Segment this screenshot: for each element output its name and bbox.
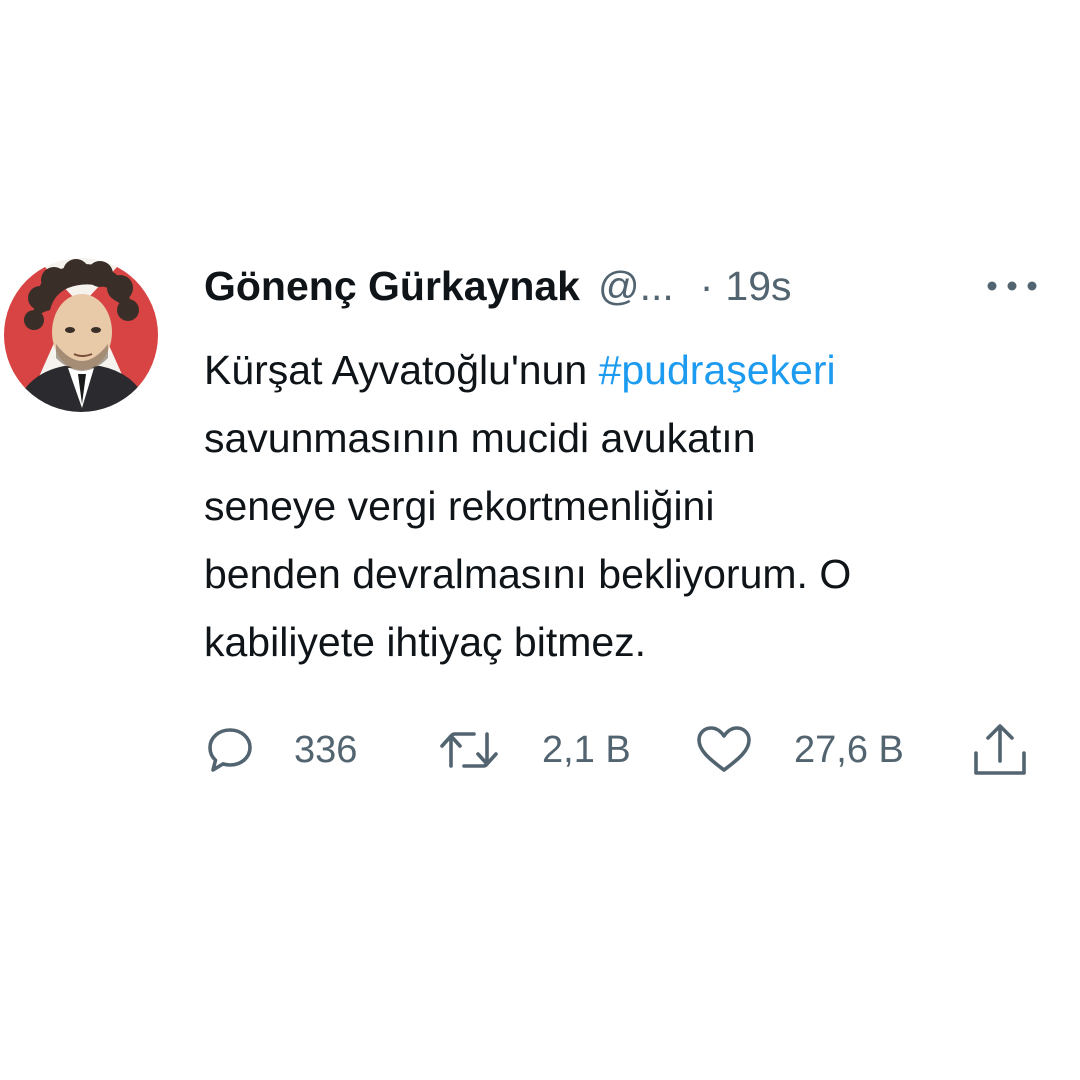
reply-count: 336 (294, 728, 358, 771)
reply-icon (204, 724, 256, 776)
author-handle[interactable]: @... (598, 263, 674, 310)
portrait-avatar-icon[interactable] (4, 258, 158, 412)
separator-dot: · (699, 262, 714, 309)
retweet-button[interactable]: 2,1 B (438, 718, 631, 782)
tweet-text-line: Kürşat Ayvatoğlu'nun #pudraşekeri (204, 336, 1054, 404)
author-display-name[interactable]: Gönenç Gürkaynak (204, 263, 580, 310)
tweet-text-line: savunmasının mucidi avukatın (204, 415, 756, 461)
tweet-actions-bar: 336 2,1 B 27,6 B (204, 718, 1040, 782)
more-horizontal-icon[interactable] (984, 264, 1040, 308)
like-count: 27,6 B (794, 728, 904, 771)
tweet-text: Kürşat Ayvatoğlu'nun #pudraşekeri savunm… (204, 336, 1054, 676)
tweet-text-line: kabiliyete ihtiyaç bitmez. (204, 619, 647, 665)
reply-button[interactable]: 336 (204, 718, 357, 782)
tweet-text-line: benden devralmasını bekliyorum. O (204, 551, 852, 597)
tweet-text-segment: Kürşat Ayvatoğlu'nun (204, 347, 599, 393)
like-button[interactable]: 27,6 B (694, 718, 904, 782)
retweet-count: 2,1 B (542, 728, 631, 771)
heart-icon (694, 724, 754, 776)
hashtag-link[interactable]: #pudraşekeri (599, 347, 836, 393)
share-icon (970, 721, 1030, 779)
tweet-timestamp[interactable]: 19s (725, 263, 791, 310)
tweet-text-line: seneye vergi rekortmenliğini (204, 483, 715, 529)
retweet-icon (438, 724, 500, 776)
tweet-card[interactable]: Gönenç Gürkaynak @... · 19s Kürşat Ayvat… (0, 0, 1080, 1080)
tweet-header: Gönenç Gürkaynak @... · 19s (204, 258, 1040, 314)
share-button[interactable] (970, 718, 1030, 782)
